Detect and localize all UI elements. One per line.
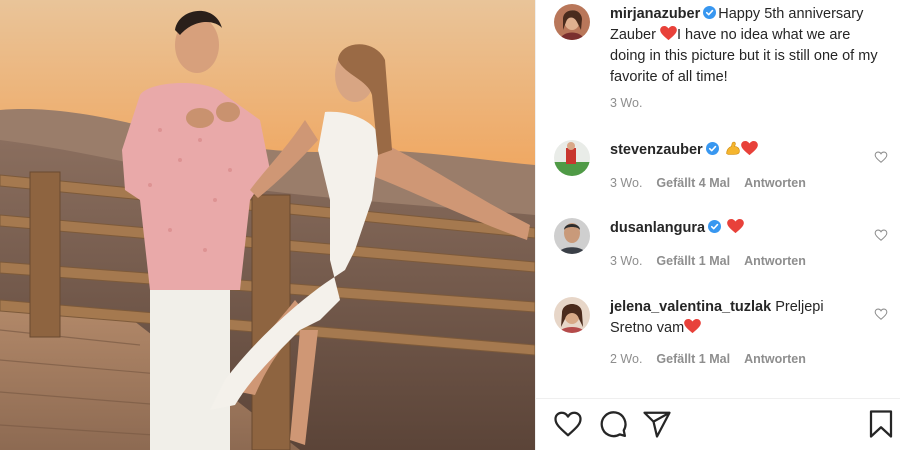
comment-username[interactable]: jelena_valentina_tuzlak [610, 299, 771, 315]
comment-username[interactable]: dusanlangura [610, 220, 705, 236]
comment-item: dusanlangura 3 Wo. Gefällt 1 Mal Antworten [554, 218, 888, 278]
comment-time[interactable]: 3 Wo. [610, 254, 642, 268]
comment-time[interactable]: 2 Wo. [610, 352, 642, 366]
reply-button[interactable]: Antworten [744, 254, 806, 268]
post-photo[interactable] [0, 0, 535, 450]
comment-like-heart-icon[interactable] [874, 228, 888, 242]
comment-like-heart-icon[interactable] [874, 150, 888, 164]
bookmark-icon[interactable] [866, 409, 896, 439]
caption-username[interactable]: mirjanazuber [610, 6, 700, 22]
caption-time[interactable]: 3 Wo. [610, 96, 642, 110]
comments-list: mirjanazuber Happy 5th anniversary Zauber… [536, 0, 900, 398]
flexed-biceps-emoji-icon [725, 141, 740, 155]
avatar[interactable] [554, 4, 590, 40]
comment-body: stevenzauber [610, 140, 864, 161]
red-heart-emoji-icon [684, 319, 701, 334]
post-caption: mirjanazuber Happy 5th anniversary Zauber… [554, 4, 888, 114]
comment-likes[interactable]: Gefällt 1 Mal [656, 352, 730, 366]
verified-badge-icon [708, 220, 722, 233]
comment-meta: 3 Wo. Gefällt 1 Mal Antworten [610, 254, 820, 268]
comment-icon[interactable] [598, 409, 628, 439]
comment-meta: 3 Wo. Gefällt 4 Mal Antworten [610, 176, 820, 190]
avatar[interactable] [554, 140, 590, 176]
comment-username[interactable]: stevenzauber [610, 142, 703, 158]
avatar[interactable] [554, 297, 590, 333]
comment-time[interactable]: 3 Wo. [610, 176, 642, 190]
verified-badge-icon [705, 142, 719, 155]
comment-likes[interactable]: Gefällt 4 Mal [656, 176, 730, 190]
red-heart-emoji-icon [740, 141, 758, 156]
couple-sunset-photo [0, 0, 535, 450]
red-heart-emoji-icon [727, 219, 744, 234]
comment-likes[interactable]: Gefällt 1 Mal [656, 254, 730, 268]
caption-body: mirjanazuber Happy 5th anniversary Zauber… [610, 4, 888, 88]
reply-button[interactable]: Antworten [744, 352, 806, 366]
comments-panel: mirjanazuber Happy 5th anniversary Zauber… [535, 0, 900, 450]
comment-like-heart-icon[interactable] [874, 307, 888, 321]
red-heart-emoji-icon [660, 26, 677, 41]
reply-button[interactable]: Antworten [744, 176, 806, 190]
caption-meta: 3 Wo. [610, 96, 656, 110]
comment-body: jelena_valentina_tuzlak Preljepi Sretno … [610, 297, 864, 339]
post-actions-bar [536, 398, 900, 450]
share-icon[interactable] [642, 409, 672, 439]
comment-item: stevenzauber 3 Wo. Gefällt 4 Mal Antworten [554, 140, 888, 200]
comment-meta: 2 Wo. Gefällt 1 Mal Antworten [610, 352, 820, 366]
instagram-post: mirjanazuber Happy 5th anniversary Zauber… [0, 0, 900, 450]
heart-icon[interactable] [553, 409, 583, 439]
comment-item: jelena_valentina_tuzlak Preljepi Sretno … [554, 297, 888, 377]
comment-body: dusanlangura [610, 218, 864, 239]
avatar[interactable] [554, 218, 590, 254]
verified-badge-icon [703, 6, 717, 19]
